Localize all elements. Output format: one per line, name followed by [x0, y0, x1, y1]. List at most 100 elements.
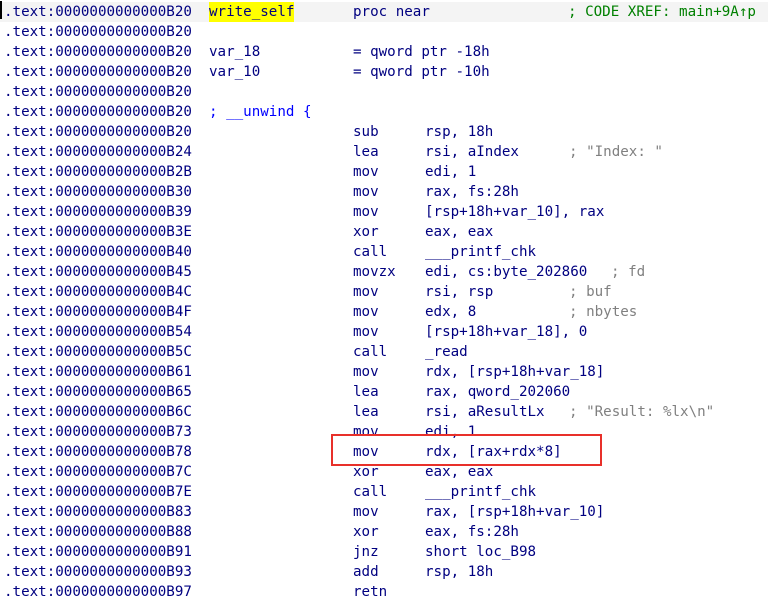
instruction-mnemonic: retn: [353, 584, 388, 600]
instruction-operands[interactable]: [rsp+18h+var_18], 0: [425, 322, 587, 342]
instruction-mnemonic: xor: [353, 224, 379, 240]
address-label: .text:0000000000000B20: [4, 24, 192, 40]
address-label: .text:0000000000000B78: [4, 444, 192, 460]
address-label: .text:0000000000000B40: [4, 244, 192, 260]
listing-row[interactable]: .text:0000000000000B20: [0, 82, 768, 102]
listing-row[interactable]: .text:0000000000000B20 var_18 = qword ptr …: [0, 42, 768, 62]
instruction-operands[interactable]: rsi, aResultLx: [425, 402, 545, 422]
listing-row[interactable]: .text:0000000000000B4F mov edx, 8 ; nbytes: [0, 302, 768, 322]
instruction-operands[interactable]: rax, fs:28h: [425, 182, 519, 202]
address-label: .text:0000000000000B7C: [4, 464, 192, 480]
listing-row[interactable]: .text:0000000000000B20 sub rsp, 18h: [0, 122, 768, 142]
address-label: .text:0000000000000B73: [4, 424, 192, 440]
instruction-comment: ; buf: [569, 284, 612, 300]
address-label: .text:0000000000000B61: [4, 364, 192, 380]
listing-row[interactable]: .text:0000000000000B88 xor eax, fs:28h: [0, 522, 768, 542]
listing-row[interactable]: .text:0000000000000B3E xor eax, eax: [0, 222, 768, 242]
text-cursor: [0, 1, 2, 19]
address-label: .text:0000000000000B20: [4, 104, 192, 120]
listing-row[interactable]: .text:0000000000000B24 lea rsi, aIndex ; "I…: [0, 142, 768, 162]
address-label: .text:0000000000000B88: [4, 524, 192, 540]
instruction-comment: ; "Index: ": [569, 144, 663, 160]
listing-row[interactable]: .text:0000000000000B83 mov rax, [rsp+18h+v…: [0, 502, 768, 522]
listing-row[interactable]: .text:0000000000000B7C xor eax, eax: [0, 462, 768, 482]
instruction-operands[interactable]: [rsp+18h+var_10], rax: [425, 202, 604, 222]
listing-row[interactable]: .text:0000000000000B65 lea rax, qword_2020…: [0, 382, 768, 402]
instruction-operands[interactable]: edi, 1: [425, 162, 476, 182]
listing-row[interactable]: .text:0000000000000B4C mov rsi, rsp ; buf: [0, 282, 768, 302]
instruction-operands[interactable]: rsi, rsp: [425, 282, 493, 302]
listing-row[interactable]: .text:0000000000000B30 mov rax, fs:28h: [0, 182, 768, 202]
address-label: .text:0000000000000B2B: [4, 164, 192, 180]
instruction-mnemonic: call: [353, 244, 388, 260]
listing-row[interactable]: .text:0000000000000B93 add rsp, 18h: [0, 562, 768, 582]
proc-directive: proc near: [353, 4, 430, 20]
address-label: .text:0000000000000B6C: [4, 404, 192, 420]
listing-row[interactable]: .text:0000000000000B97 retn: [0, 582, 768, 602]
instruction-operands[interactable]: _read: [425, 342, 468, 362]
listing-row[interactable]: .text:0000000000000B20: [0, 22, 768, 42]
instruction-mnemonic: lea: [353, 384, 379, 400]
instruction-comment: ; nbytes: [569, 304, 638, 320]
xref-comment[interactable]: ; CODE XREF: main+9A↑p: [568, 2, 756, 22]
instruction-mnemonic: mov: [353, 324, 379, 340]
stack-variable-name[interactable]: var_18: [209, 42, 260, 62]
instruction-operands[interactable]: ___printf_chk: [425, 482, 536, 502]
instruction-mnemonic: lea: [353, 144, 379, 160]
listing-row-proc-header[interactable]: .text:0000000000000B20 write_self proc n…: [0, 2, 768, 22]
listing-row[interactable]: .text:0000000000000B20 var_10 = qword ptr …: [0, 62, 768, 82]
address-label: .text:0000000000000B5C: [4, 344, 192, 360]
instruction-operands[interactable]: rsp, 18h: [425, 562, 493, 582]
listing-row[interactable]: .text:0000000000000B91 jnz short loc_B98: [0, 542, 768, 562]
listing-row[interactable]: .text:0000000000000B20 ; __unwind {: [0, 102, 768, 122]
address-label: .text:0000000000000B65: [4, 384, 192, 400]
instruction-operands[interactable]: rsi, aIndex: [425, 142, 519, 162]
listing-row[interactable]: .text:0000000000000B45 movzx edi, cs:byte_…: [0, 262, 768, 282]
function-name[interactable]: write_self: [209, 2, 295, 22]
address-label: .text:0000000000000B93: [4, 564, 192, 580]
instruction-operands[interactable]: edx, 8: [425, 302, 476, 322]
address-label: .text:0000000000000B83: [4, 504, 192, 520]
instruction-operands[interactable]: eax, fs:28h: [425, 522, 519, 542]
listing-row[interactable]: .text:0000000000000B73 mov edi, 1: [0, 422, 768, 442]
instruction-comment: ; "Result: %lx\n": [569, 404, 715, 420]
listing-row[interactable]: .text:0000000000000B6C lea rsi, aResultLx;…: [0, 402, 768, 422]
listing-row[interactable]: .text:0000000000000B7E call ___printf_chk: [0, 482, 768, 502]
instruction-operands[interactable]: eax, eax: [425, 462, 493, 482]
instruction-mnemonic: mov: [353, 504, 379, 520]
instruction-operands[interactable]: rax, qword_202060: [425, 382, 570, 402]
instruction-operands[interactable]: edi, cs:byte_202860: [425, 262, 587, 282]
listing-row[interactable]: .text:0000000000000B5C call _read: [0, 342, 768, 362]
listing-row[interactable]: .text:0000000000000B39 mov [rsp+18h+var_10…: [0, 202, 768, 222]
instruction-operands[interactable]: rsp, 18h: [425, 122, 493, 142]
listing-row[interactable]: .text:0000000000000B2B mov edi, 1: [0, 162, 768, 182]
address-label: .text:0000000000000B30: [4, 184, 192, 200]
listing-row[interactable]: .text:0000000000000B40 call ___printf_chk: [0, 242, 768, 262]
unwind-comment: ; __unwind {: [209, 104, 312, 120]
instruction-operands[interactable]: short loc_B98: [425, 542, 536, 562]
address-label: .text:0000000000000B20: [4, 4, 192, 20]
address-label: .text:0000000000000B20: [4, 84, 192, 100]
instruction-operands[interactable]: eax, eax: [425, 222, 493, 242]
instruction-mnemonic: xor: [353, 524, 379, 540]
stack-variable-definition: = qword ptr -10h: [353, 64, 490, 80]
address-label: .text:0000000000000B39: [4, 204, 192, 220]
address-label: .text:0000000000000B45: [4, 264, 192, 280]
disassembly-listing[interactable]: .text:0000000000000B20 write_self proc n…: [0, 0, 768, 610]
address-label: .text:0000000000000B54: [4, 324, 192, 340]
instruction-operands[interactable]: rax, [rsp+18h+var_10]: [425, 502, 604, 522]
listing-row[interactable]: .text:0000000000000B61 mov rdx, [rsp+18h+v…: [0, 362, 768, 382]
listing-row[interactable]: .text:0000000000000B54 mov [rsp+18h+var_18…: [0, 322, 768, 342]
instruction-operands[interactable]: rdx, [rax+rdx*8]: [425, 442, 562, 462]
stack-variable-definition: = qword ptr -18h: [353, 44, 490, 60]
instruction-operands[interactable]: rdx, [rsp+18h+var_18]: [425, 362, 604, 382]
listing-row[interactable]: .text:0000000000000B78 mov rdx, [rax+rdx*8…: [0, 442, 768, 462]
address-label: .text:0000000000000B24: [4, 144, 192, 160]
instruction-mnemonic: call: [353, 344, 388, 360]
stack-variable-name[interactable]: var_10: [209, 62, 260, 82]
instruction-operands[interactable]: ___printf_chk: [425, 242, 536, 262]
instruction-mnemonic: mov: [353, 364, 379, 380]
instruction-comment: ; fd: [611, 264, 646, 280]
address-label: .text:0000000000000B91: [4, 544, 192, 560]
instruction-operands[interactable]: edi, 1: [425, 422, 476, 442]
